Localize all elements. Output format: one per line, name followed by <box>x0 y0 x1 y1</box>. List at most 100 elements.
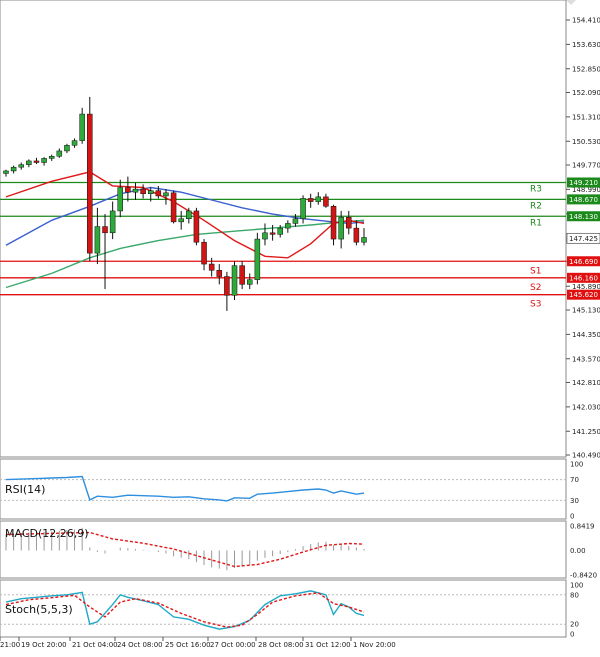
price-tick-label: 142.030 <box>572 403 600 411</box>
candle-down <box>224 276 230 296</box>
price-tick-label: 154.410 <box>572 17 600 25</box>
price-tick-label: 144.350 <box>572 331 600 339</box>
candle-down <box>193 210 200 243</box>
time-tick-label: 31 Oct 12:00 <box>305 641 351 649</box>
macd-panel: 0.8419 0.00 -0.8420 MACD(12,26,9) <box>5 523 597 580</box>
candle-up <box>262 232 268 240</box>
level-name-r2: R2 <box>530 201 542 211</box>
time-tick-label: 24 Oct 08:00 <box>117 641 163 649</box>
macd-tick-label: -0.8420 <box>570 572 597 580</box>
price-panel-frame <box>0 0 567 458</box>
candle-up <box>41 158 47 163</box>
candle-up <box>18 164 24 168</box>
rsi-panel: 100 70 30 0 RSI(14) <box>0 461 583 521</box>
price-tick-label: 153.630 <box>572 41 600 49</box>
candle-down <box>346 216 352 229</box>
price-tick-label: 145.890 <box>572 283 600 291</box>
candle-up <box>71 140 78 146</box>
candle-up <box>361 237 367 243</box>
price-tick-label: 141.250 <box>572 428 600 436</box>
time-tick-label: 27 Oct 00:00 <box>210 641 256 649</box>
price-tick-label: 145.130 <box>572 307 600 315</box>
stoch-tick-label: 80 <box>570 591 579 599</box>
level-price-label: 148.670 <box>569 196 598 204</box>
price-tick-label: 142.810 <box>572 379 600 387</box>
candle-up <box>117 187 124 212</box>
candle-up <box>56 150 63 157</box>
candle-down <box>140 188 146 194</box>
candle-up <box>109 210 116 234</box>
candle-up <box>246 279 253 285</box>
macd-title: MACD(12,26,9) <box>5 527 89 540</box>
candle-down <box>307 198 314 202</box>
scroll-corner-icon <box>566 0 576 5</box>
rsi-tick-label: 30 <box>570 497 579 505</box>
level-name-r1: R1 <box>530 218 542 228</box>
price-tick-label: 152.090 <box>572 89 600 97</box>
current-price-marker: 147.425 <box>566 232 600 244</box>
candle-down <box>353 227 360 243</box>
candle-up <box>147 190 154 194</box>
candle-up <box>300 198 306 219</box>
current-price-label: 147.425 <box>569 235 598 243</box>
time-tick-label: 19 Oct 20:00 <box>21 641 67 649</box>
price-tick-label: 143.570 <box>572 355 600 363</box>
chart-container: 154.410 153.630 152.850 152.090 151.310 150.5… <box>0 0 600 653</box>
time-tick-label: 28 Oct 08:00 <box>258 641 304 649</box>
time-tick-label: 25 Oct 16:00 <box>165 641 211 649</box>
candle-up <box>10 166 17 172</box>
level-name-s2: S2 <box>530 283 541 293</box>
level-name-s3: S3 <box>530 300 541 310</box>
candle-down <box>201 241 207 265</box>
time-tick-label: 21 Oct 04:00 <box>72 641 118 649</box>
level-name-s1: S1 <box>530 266 541 276</box>
candle-up <box>94 226 101 254</box>
candle-up <box>186 210 192 219</box>
rsi-tick-label: 0 <box>570 513 574 521</box>
rsi-tick-label: 100 <box>570 461 583 469</box>
trading-chart: 154.410 153.630 152.850 152.090 151.310 150.5… <box>0 0 600 649</box>
candle-down <box>216 270 223 277</box>
candle-up <box>3 170 9 174</box>
candle-up <box>132 188 139 193</box>
stoch-tick-label: 0 <box>570 631 574 639</box>
time-tick-label: 1 Nov 20:00 <box>353 641 396 649</box>
ma-line-red <box>5 171 365 259</box>
rsi-panel-frame <box>0 458 567 520</box>
candle-up <box>315 196 322 202</box>
stoch-panel-frame <box>0 579 567 638</box>
candle-down <box>239 265 245 285</box>
time-axis: 21:00 19 Oct 20:00 21 Oct 04:00 24 Oct 08:0… <box>0 637 396 649</box>
level-price-label: 148.130 <box>569 213 598 221</box>
candle-down <box>269 232 276 235</box>
level-price-label: 149.210 <box>569 179 598 187</box>
candle-up <box>292 218 299 224</box>
candle-up <box>48 156 55 159</box>
price-tick-label: 150.530 <box>572 138 600 146</box>
level-price-label: 145.620 <box>569 291 598 299</box>
rsi-line <box>5 475 365 502</box>
stoch-panel: 10080 20 0 Stoch(5,5,3) <box>0 582 583 639</box>
candle-up <box>231 265 238 296</box>
candle-down <box>208 263 215 271</box>
candle-down <box>155 190 162 197</box>
candle-down <box>125 187 131 193</box>
stoch-tick-label: 100 <box>570 582 583 590</box>
candle-up <box>26 160 32 165</box>
moving-averages <box>5 171 365 289</box>
candle-up <box>338 216 344 240</box>
candle-down <box>87 113 93 254</box>
price-tick-label: 152.850 <box>572 65 600 73</box>
price-tick-label: 151.310 <box>572 113 600 121</box>
candle-up <box>254 238 261 280</box>
candle-up <box>79 113 85 141</box>
candle-down <box>330 206 337 240</box>
macd-tick-label: 0.8419 <box>570 523 595 531</box>
candlesticks <box>3 96 367 311</box>
stoch-tick-label: 20 <box>570 621 579 629</box>
rsi-tick-label: 70 <box>570 476 579 484</box>
candle-down <box>33 160 40 163</box>
time-tick-label: 21:00 <box>0 641 20 649</box>
stoch-title: Stoch(5,5,3) <box>5 603 73 616</box>
candle-up <box>163 192 169 197</box>
